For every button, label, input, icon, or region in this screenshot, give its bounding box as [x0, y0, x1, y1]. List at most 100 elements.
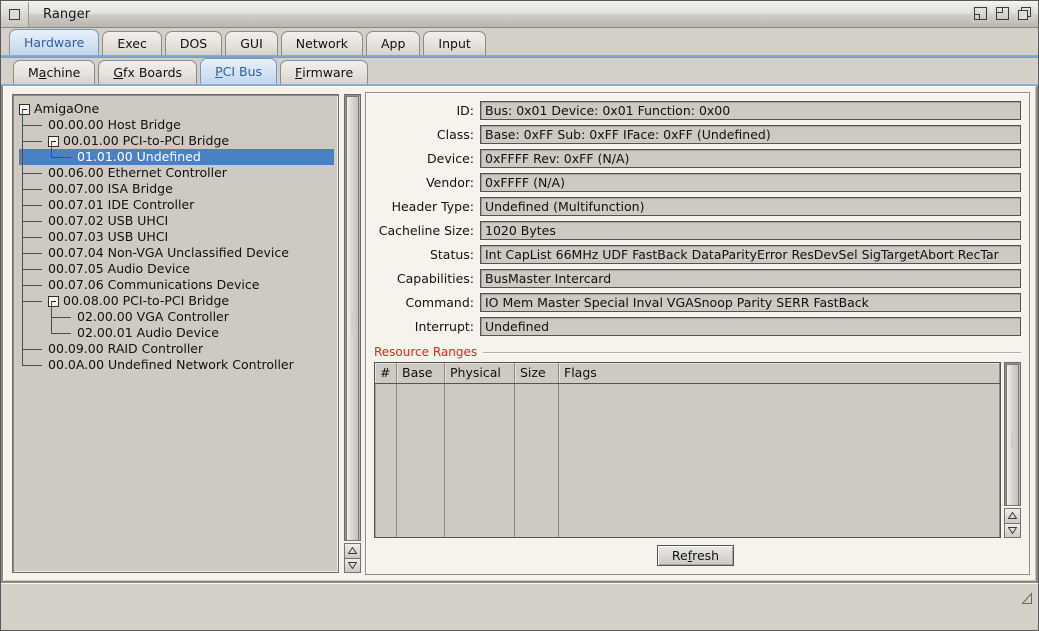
primary-tab-app[interactable]: App — [365, 31, 421, 55]
table-scroll-up-button[interactable] — [1004, 508, 1021, 524]
zoom-icon — [996, 7, 1009, 20]
resource-ranges-table[interactable]: # Base Physical Size Flags — [374, 362, 1001, 538]
detail-field-value[interactable]: Undefined — [480, 316, 1021, 336]
secondary-tab-gfx-boards[interactable]: Gfx Boards — [98, 60, 198, 84]
detail-field-row: Interrupt: Undefined — [370, 315, 1021, 337]
tree-scrollbar-track[interactable] — [344, 94, 361, 541]
primary-tab-exec[interactable]: Exec — [102, 31, 162, 55]
tree-item[interactable]: 00.0A.00 Undefined Network Controller — [19, 349, 334, 373]
table-scrollbar[interactable] — [1004, 362, 1021, 538]
tree-scroll-arrows — [344, 543, 361, 573]
primary-tab-network[interactable]: Network — [280, 31, 363, 55]
tree-item-label: 00.09.00 RAID Controller — [48, 341, 204, 356]
tree-collapse-icon[interactable] — [19, 103, 30, 115]
tree-item[interactable]: 00.07.05 Audio Device — [19, 253, 334, 277]
tree-collapse-icon[interactable] — [48, 295, 59, 307]
detail-field-value[interactable]: Int CapList 66MHz UDF FastBack DataParit… — [480, 244, 1021, 264]
table-body[interactable] — [375, 384, 1000, 537]
table-column-header[interactable]: Flags — [559, 363, 1000, 383]
tree-scroll-up-button[interactable] — [344, 543, 361, 559]
tree-item[interactable]: 00.07.00 ISA Bridge — [19, 173, 334, 197]
table-scrollbar-track[interactable] — [1004, 362, 1021, 506]
secondary-tab-pci-bus[interactable]: P CI Bus — [200, 58, 278, 84]
tree-item-label: 00.07.05 Audio Device — [48, 261, 190, 276]
title-bar: Ranger — [1, 1, 1038, 28]
tab-label-post: irmware — [302, 65, 354, 80]
primary-tab-gui[interactable]: GUI — [225, 31, 278, 55]
detail-field-value[interactable]: BusMaster Intercard — [480, 268, 1021, 288]
iconify-gadget[interactable] — [971, 4, 990, 23]
table-column — [375, 384, 397, 537]
tab-accel: G — [113, 65, 124, 80]
tree-item-label: AmigaOne — [34, 101, 100, 116]
scrollbar-grip-icon — [1010, 431, 1015, 448]
tree-item[interactable]: 00.07.01 IDE Controller — [19, 189, 334, 213]
tree-item-label: 00.07.06 Communications Device — [48, 277, 260, 292]
table-column-header[interactable]: # — [375, 363, 397, 383]
tree-collapse-icon[interactable] — [48, 135, 59, 147]
tree-item-selected[interactable]: 01.01.00 Undefined — [19, 141, 334, 173]
tree-scrollbar-thumb[interactable] — [346, 96, 359, 541]
content-area: AmigaOne 00.00.00 Host Bridge 00.01.00 PCI… — [1, 86, 1038, 583]
table-header-row: # Base Physical Size Flags — [375, 363, 1000, 384]
detail-field-label: ID: — [456, 102, 474, 118]
resource-ranges-title: Resource Ranges — [374, 345, 478, 359]
detail-field-value[interactable]: 0xFFFF Rev: 0xFF (N/A) — [480, 148, 1021, 168]
detail-field-value[interactable]: 1020 Bytes — [480, 220, 1021, 240]
action-row: Refresh — [370, 538, 1021, 568]
depth-gadget[interactable] — [1015, 4, 1034, 23]
device-tree[interactable]: AmigaOne 00.00.00 Host Bridge 00.01.00 PCI… — [12, 94, 339, 573]
detail-field-label: Header Type: — [391, 198, 474, 214]
detail-field-row: Capabilities: BusMaster Intercard — [370, 267, 1021, 289]
tree-item[interactable]: 00.07.02 USB UHCI — [19, 205, 334, 229]
detail-field-row: Class: Base: 0xFF Sub: 0xFF IFace: 0xFF (… — [370, 123, 1021, 145]
status-bar — [1, 583, 1038, 616]
detail-field-value[interactable]: Base: 0xFF Sub: 0xFF IFace: 0xFF (Undefi… — [480, 124, 1021, 144]
tree-item[interactable]: 00.09.00 RAID Controller — [19, 333, 334, 357]
resource-ranges-table-wrap: # Base Physical Size Flags — [374, 362, 1021, 538]
detail-field-row: Cacheline Size: 1020 Bytes — [370, 219, 1021, 241]
tree-item[interactable]: 00.00.00 Host Bridge — [19, 109, 334, 133]
arrow-down-icon — [1008, 526, 1017, 534]
detail-field-row: Device: 0xFFFF Rev: 0xFF (N/A) — [370, 147, 1021, 169]
tree-scrollbar[interactable] — [344, 94, 361, 573]
table-column — [515, 384, 559, 537]
primary-tab-input[interactable]: Input — [423, 31, 486, 55]
tree-item[interactable]: 00.07.04 Non-VGA Unclassified Device — [19, 237, 334, 261]
depth-icon — [1018, 7, 1031, 20]
detail-fields: ID: Bus: 0x01 Device: 0x01 Function: 0x00… — [370, 99, 1021, 339]
detail-field-label: Command: — [405, 294, 474, 310]
tab-accel: a — [38, 65, 47, 80]
tree-item[interactable]: 00.06.00 Ethernet Controller — [19, 157, 334, 181]
tree-item[interactable]: 00.07.03 USB UHCI — [19, 221, 334, 245]
close-gadget[interactable] — [1, 1, 29, 27]
tree-item[interactable]: 02.00.01 Audio Device — [19, 317, 334, 349]
tree-item[interactable]: AmigaOne — [19, 101, 334, 117]
tree-item-label: 00.01.00 PCI-to-PCI Bridge — [63, 133, 230, 148]
primary-tabs: Hardware Exec DOS GUI Network App Input — [1, 28, 1038, 55]
zoom-gadget[interactable] — [993, 4, 1012, 23]
table-column-header[interactable]: Physical — [445, 363, 515, 383]
tree-scroll-down-button[interactable] — [344, 558, 361, 573]
primary-tab-hardware[interactable]: Hardware — [9, 29, 100, 55]
detail-field-value[interactable]: IO Mem Master Special Inval VGASnoop Par… — [480, 292, 1021, 312]
detail-field-value[interactable]: Bus: 0x01 Device: 0x01 Function: 0x00 — [480, 100, 1021, 120]
tree-item[interactable]: 00.07.06 Communications Device — [19, 269, 334, 293]
primary-tab-dos[interactable]: DOS — [164, 31, 223, 55]
close-icon — [9, 8, 20, 20]
secondary-tab-firmware[interactable]: Firmware — [280, 60, 369, 84]
table-scroll-down-button[interactable] — [1004, 523, 1021, 538]
resize-handle[interactable] — [1020, 592, 1033, 608]
detail-field-value[interactable]: Undefined (Multifunction) — [480, 196, 1021, 216]
table-scrollbar-thumb[interactable] — [1006, 364, 1019, 506]
table-column-header[interactable]: Size — [515, 363, 559, 383]
refresh-button[interactable]: Refresh — [656, 545, 735, 566]
secondary-tab-machine[interactable]: Ma chine — [13, 60, 96, 84]
table-column-header[interactable]: Base — [397, 363, 445, 383]
tree-item[interactable]: 00.08.00 PCI-to-PCI Bridge — [19, 285, 334, 309]
detail-field-label: Cacheline Size: — [378, 222, 474, 238]
detail-field-value[interactable]: 0xFFFF (N/A) — [480, 172, 1021, 192]
tree-item[interactable]: 02.00.00 VGA Controller — [19, 301, 334, 333]
tree-item-label: 00.08.00 PCI-to-PCI Bridge — [63, 293, 230, 308]
tree-item[interactable]: 00.01.00 PCI-to-PCI Bridge — [19, 125, 334, 149]
